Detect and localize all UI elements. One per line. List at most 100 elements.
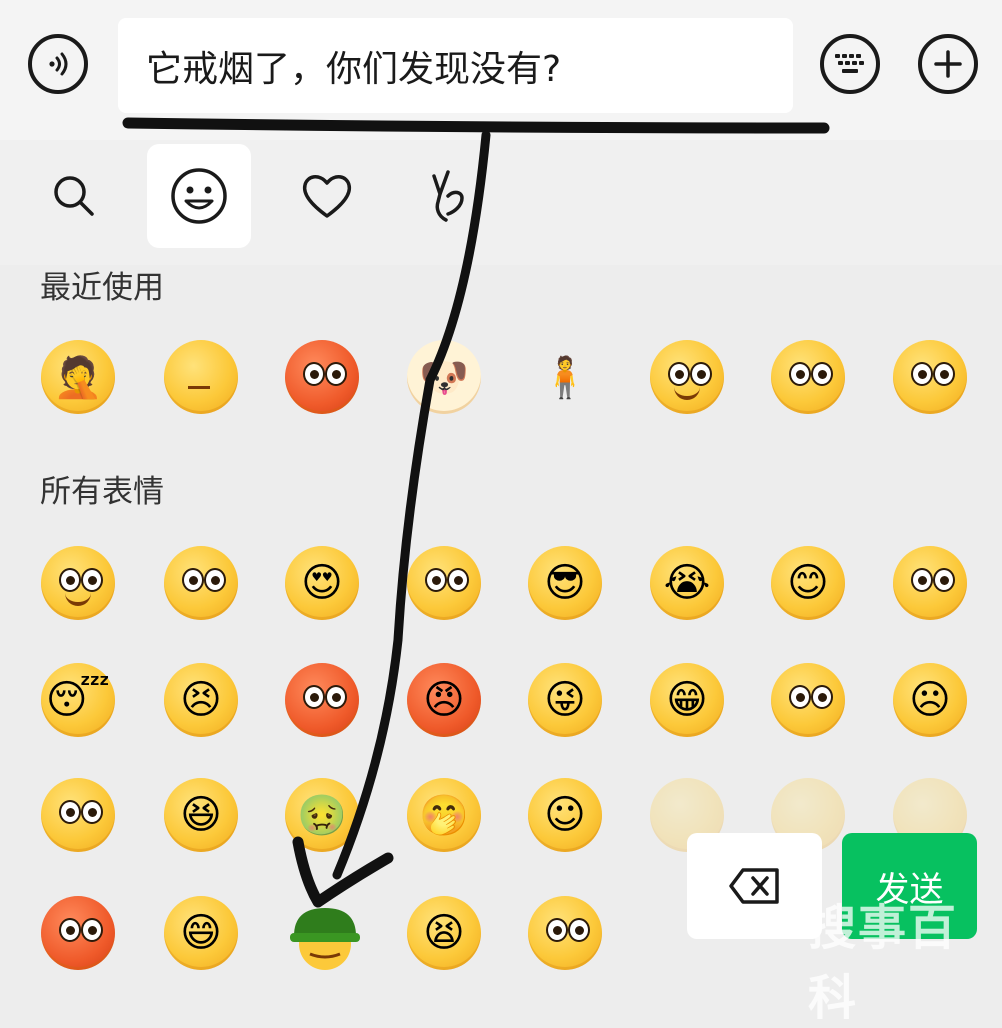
emoji-glyph: 😭 (663, 560, 711, 606)
tab-favorites[interactable] (275, 144, 379, 248)
emoji-crying-tears[interactable]: 😭 (650, 546, 724, 620)
emoji-eye (933, 568, 955, 592)
emoji-eye (911, 568, 933, 592)
emoji-eye (546, 918, 568, 942)
emoji-panel-tabs (0, 140, 1002, 265)
delete-button[interactable] (687, 833, 822, 939)
plus-icon (934, 50, 962, 78)
emoji-smile[interactable] (41, 546, 115, 620)
emoji-eye (182, 568, 204, 592)
emoji-crazy-cry[interactable]: 😫 (407, 896, 481, 970)
emoji-eye (81, 568, 103, 592)
emoji-grimace-tears[interactable]: 😣 (164, 663, 238, 737)
emoji-eye (59, 918, 81, 942)
emoji-facepalm[interactable]: 🤦 (41, 340, 115, 414)
emoji-mouth (65, 590, 91, 606)
emoji-green-helmet[interactable] (288, 900, 362, 974)
emoji-taped-mouth[interactable] (771, 340, 845, 414)
tab-emoji[interactable] (147, 144, 251, 248)
emoji-frown[interactable]: ☹ (893, 663, 967, 737)
emoji-eye (303, 362, 325, 386)
emoji-blush-smile[interactable]: ☺ (528, 778, 602, 852)
keyboard-icon (835, 54, 864, 73)
emoji-pleading[interactable] (41, 778, 115, 852)
emoji-eye (447, 568, 469, 592)
emoji-cover-mouth[interactable]: 🤭 (407, 778, 481, 852)
emoji-grin[interactable]: 😁 (650, 663, 724, 737)
emoji-eye (81, 800, 103, 824)
emoji-wink-tongue[interactable]: 😜 (528, 663, 602, 737)
emoji-glyph: 🐶 (419, 354, 469, 401)
emoji-eye (811, 362, 833, 386)
emoji-glyph: 😫 (423, 910, 465, 956)
emoji-glyph: 🤢 (297, 792, 347, 839)
emoji-eye (81, 918, 103, 942)
emoji-shy[interactable]: 😊 (771, 546, 845, 620)
emoji-eye (690, 362, 712, 386)
emoji-sick[interactable]: 🤢 (285, 778, 359, 852)
emoji-glyph: 😎 (544, 560, 586, 606)
emoji-glyph: 🤭 (419, 792, 469, 839)
emoji-flushed-red-2[interactable] (285, 663, 359, 737)
tab-gestures[interactable] (402, 144, 506, 248)
emoji-eye (59, 800, 81, 824)
emoji-confused-question[interactable] (528, 896, 602, 970)
emoji-eye (789, 362, 811, 386)
emoji-uneasy[interactable] (164, 546, 238, 620)
emoji-glyph: 😁 (666, 677, 708, 723)
emoji-angry[interactable]: 😠 (407, 663, 481, 737)
emoji-glyph: 😍 (301, 560, 343, 606)
add-button[interactable] (918, 34, 978, 94)
section-recent-label: 最近使用 (40, 270, 164, 306)
voice-button[interactable] (28, 34, 88, 94)
emoji-glyph: ☹ (909, 677, 951, 723)
emoji-eye (789, 685, 811, 709)
emoji-sweat[interactable] (164, 340, 238, 414)
emoji-eye (325, 685, 347, 709)
emoji-doge[interactable]: 🐶 (407, 340, 481, 414)
emoji-taped-mouth-2[interactable] (893, 546, 967, 620)
emoji-eye (59, 568, 81, 592)
emoji-laugh-cry[interactable]: 😆 (164, 778, 238, 852)
emoji-glyph: 😆 (180, 792, 222, 838)
message-input-text: 它戒烟了，你们发现没有? (146, 48, 562, 90)
emoji-eye (933, 362, 955, 386)
heart-icon (302, 175, 352, 218)
emoji-smirk[interactable] (650, 340, 724, 414)
emoji-glyph: 😜 (544, 677, 586, 723)
emoji-big-grin[interactable]: 😄 (164, 896, 238, 970)
emoji-sleepy[interactable]: 😴 (41, 663, 115, 737)
emoji-eye (911, 362, 933, 386)
emoji-flushed-red[interactable] (285, 340, 359, 414)
emoji-green-shirt-guy[interactable]: 🧍 (528, 340, 602, 414)
emoji-shocked[interactable] (893, 340, 967, 414)
emoji-glyph: ☺ (544, 792, 586, 838)
victory-hand-icon (432, 170, 464, 222)
emoji-glyph: 😊 (787, 560, 829, 606)
emoji-glyph: 😠 (423, 677, 465, 723)
emoji-eye (425, 568, 447, 592)
emoji-eye (303, 685, 325, 709)
emoji-shocked-2[interactable] (771, 663, 845, 737)
emoji-heart-eyes[interactable]: 😍 (285, 546, 359, 620)
keyboard-button[interactable] (820, 34, 880, 94)
emoji-glyph: 🤦 (53, 354, 103, 401)
emoji-glyph: 😣 (180, 677, 222, 723)
emoji-mouth (674, 384, 700, 400)
emoji-glyph: 😴 (45, 677, 111, 723)
emoji-eye (325, 362, 347, 386)
emoji-scared-red[interactable] (41, 896, 115, 970)
emoji-glyph: 😄 (180, 910, 222, 956)
tab-search[interactable] (22, 144, 126, 248)
emoji-sunglasses[interactable]: 😎 (528, 546, 602, 620)
emoji-eye (668, 362, 690, 386)
emoji-eye (811, 685, 833, 709)
section-all-label: 所有表情 (40, 474, 164, 510)
message-input[interactable]: 它戒烟了，你们发现没有? (118, 18, 793, 113)
emoji-mouth (188, 386, 210, 389)
voice-icon (49, 52, 68, 76)
watermark: 搜事百科 (808, 900, 959, 1026)
emoji-stare[interactable] (407, 546, 481, 620)
backspace-icon (728, 868, 779, 904)
search-icon (54, 176, 94, 216)
